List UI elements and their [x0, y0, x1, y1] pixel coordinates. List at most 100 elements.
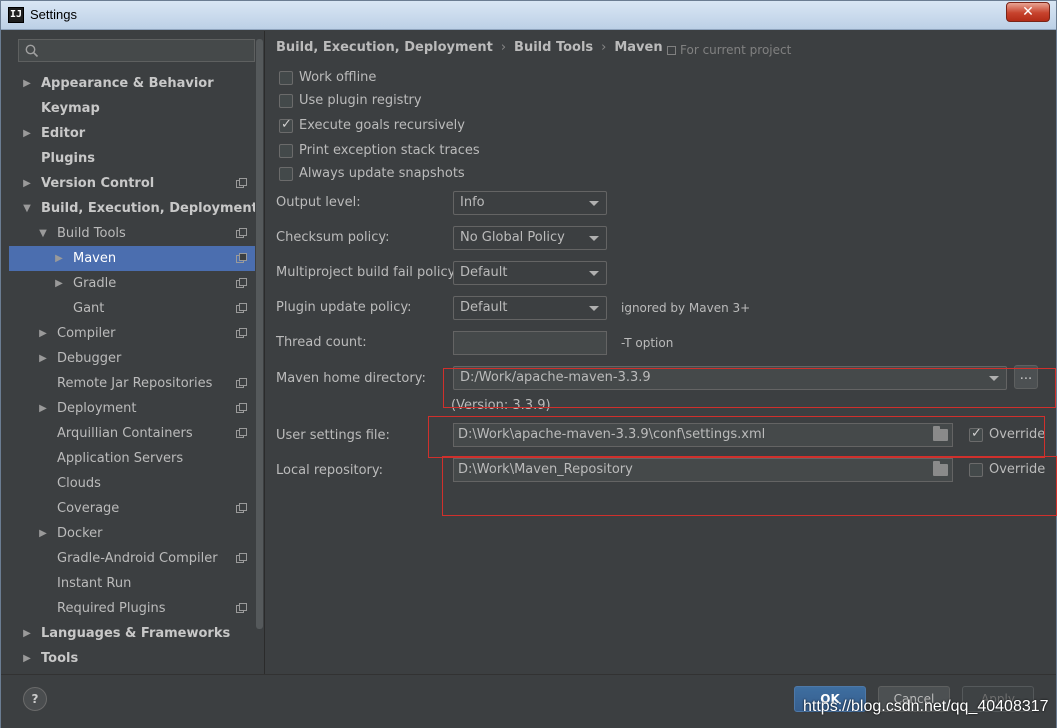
tree-item-remote-jar-repositories[interactable]: Remote Jar Repositories	[9, 371, 263, 396]
checksum-policy-label: Checksum policy:	[276, 230, 390, 245]
collapsed-arrow-icon[interactable]: ▶	[21, 121, 33, 146]
tree-item-label: Debugger	[57, 351, 122, 366]
tree-item-label: Docker	[57, 526, 103, 541]
for-current-project-note: For current project	[667, 43, 791, 57]
tree-item-editor[interactable]: ▶ Editor	[9, 121, 263, 146]
tree-item-build-execution-deployment[interactable]: ▼ Build, Execution, Deployment	[9, 196, 263, 221]
use-plugin-registry-label: Use plugin registry	[299, 93, 422, 108]
breadcrumb: Build, Execution, Deployment › Build Tools…	[276, 40, 663, 55]
tree-item-label: Build, Execution, Deployment	[41, 201, 258, 216]
tree-item-label: Maven	[73, 251, 117, 266]
collapsed-arrow-icon[interactable]: ▶	[21, 71, 33, 96]
maven-settings-page: Build, Execution, Deployment › Build Tools…	[264, 31, 1057, 674]
checksum-policy-select[interactable]: No Global Policy	[453, 226, 607, 250]
maven-home-label: Maven home directory:	[276, 371, 426, 386]
tree-item-label: Gradle-Android Compiler	[57, 551, 218, 566]
tree-item-appearance-behavior[interactable]: ▶ Appearance & Behavior	[9, 71, 263, 96]
tree-item-gant[interactable]: Gant	[9, 296, 263, 321]
project-scope-icon	[236, 403, 247, 413]
checkbox-box[interactable]	[279, 144, 293, 158]
tree-item-maven[interactable]: ▶ Maven	[9, 246, 263, 271]
collapsed-arrow-icon[interactable]: ▶	[21, 171, 33, 196]
chevron-down-icon	[589, 271, 599, 276]
always-update-label: Always update snapshots	[299, 166, 465, 181]
tree-item-label: Version Control	[41, 176, 155, 191]
tree-scrollbar[interactable]	[255, 31, 264, 674]
tree-item-label: Clouds	[57, 476, 101, 491]
print-exception-label: Print exception stack traces	[299, 143, 480, 158]
plugin-update-hint: ignored by Maven 3+	[621, 301, 751, 315]
collapsed-arrow-icon[interactable]: ▶	[53, 271, 65, 296]
settings-window: IJ Settings ✕ ▶ Appearance & Behavior Keym…	[0, 0, 1057, 728]
tree-item-label: Languages & Frameworks	[41, 626, 231, 641]
output-level-value: Info	[460, 195, 485, 210]
expanded-arrow-icon[interactable]: ▼	[37, 221, 49, 246]
collapsed-arrow-icon[interactable]: ▶	[37, 321, 49, 346]
tree-item-compiler[interactable]: ▶ Compiler	[9, 321, 263, 346]
thread-count-hint: -T option	[621, 336, 674, 350]
multiproject-label: Multiproject build fail policy:	[276, 265, 459, 280]
tree-item-debugger[interactable]: ▶ Debugger	[9, 346, 263, 371]
collapsed-arrow-icon[interactable]: ▶	[21, 621, 33, 646]
output-level-select[interactable]: Info	[453, 191, 607, 215]
collapsed-arrow-icon[interactable]: ▶	[37, 346, 49, 371]
tree-item-clouds[interactable]: Clouds	[9, 471, 263, 496]
multiproject-select[interactable]: Default	[453, 261, 607, 285]
checksum-policy-value: No Global Policy	[460, 230, 565, 245]
tree-item-label: Remote Jar Repositories	[57, 376, 213, 391]
tree-item-build-tools[interactable]: ▼ Build Tools	[9, 221, 263, 246]
tree-item-label: Keymap	[41, 101, 100, 116]
chevron-down-icon	[589, 306, 599, 311]
project-scope-icon	[236, 278, 247, 288]
watermark-text: https://blog.csdn.net/qq_40408317	[803, 698, 1049, 715]
thread-count-input[interactable]	[453, 331, 607, 355]
collapsed-arrow-icon[interactable]: ▶	[53, 246, 65, 271]
checkbox-box[interactable]	[279, 94, 293, 108]
execute-goals-label: Execute goals recursively	[299, 118, 465, 133]
checkbox-box[interactable]	[279, 117, 293, 133]
close-button[interactable]: ✕	[1006, 2, 1050, 22]
tree-item-label: Tools	[41, 651, 79, 666]
breadcrumb-build-execution[interactable]: Build, Execution, Deployment	[276, 40, 493, 55]
plugin-update-select[interactable]: Default	[453, 296, 607, 320]
checkbox-box[interactable]	[279, 71, 293, 85]
tree-item-languages-frameworks[interactable]: ▶ Languages & Frameworks	[9, 621, 263, 646]
plugin-update-value: Default	[460, 300, 508, 315]
collapsed-arrow-icon[interactable]: ▶	[37, 396, 49, 421]
tree-item-tools[interactable]: ▶ Tools	[9, 646, 263, 671]
tree-item-gradle-android-compiler[interactable]: Gradle-Android Compiler	[9, 546, 263, 571]
tree-item-gradle[interactable]: ▶ Gradle	[9, 271, 263, 296]
annotation-box	[428, 416, 1045, 458]
tree-item-arquillian-containers[interactable]: Arquillian Containers	[9, 421, 263, 446]
scrollbar-thumb[interactable]	[256, 39, 263, 629]
plugin-update-label: Plugin update policy:	[276, 300, 412, 315]
collapsed-arrow-icon[interactable]: ▶	[21, 646, 33, 671]
tree-item-plugins[interactable]: Plugins	[9, 146, 263, 171]
breadcrumb-build-tools[interactable]: Build Tools	[514, 40, 593, 55]
search-input[interactable]	[18, 39, 255, 62]
project-scope-icon	[236, 228, 247, 238]
tree-item-instant-run[interactable]: Instant Run	[9, 571, 263, 596]
tree-item-docker[interactable]: ▶ Docker	[9, 521, 263, 546]
settings-tree-panel: ▶ Appearance & Behavior Keymap ▶ Editor Plugi…	[9, 31, 263, 674]
annotation-box	[443, 368, 1056, 408]
tree-item-version-control[interactable]: ▶ Version Control	[9, 171, 263, 196]
annotation-box	[442, 456, 1057, 516]
tree-item-keymap[interactable]: Keymap	[9, 96, 263, 121]
tree-item-label: Deployment	[57, 401, 137, 416]
project-scope-icon	[236, 328, 247, 338]
expanded-arrow-icon[interactable]: ▼	[21, 196, 33, 221]
project-scope-icon	[236, 253, 247, 263]
help-button[interactable]: ?	[23, 687, 47, 711]
project-scope-icon	[236, 303, 247, 313]
checkbox-box[interactable]	[279, 167, 293, 181]
tree-item-deployment[interactable]: ▶ Deployment	[9, 396, 263, 421]
project-scope-icon	[236, 178, 247, 188]
tree-item-application-servers[interactable]: Application Servers	[9, 446, 263, 471]
tree-item-coverage[interactable]: Coverage	[9, 496, 263, 521]
tree-item-label: Compiler	[57, 326, 116, 341]
work-offline-label: Work offline	[299, 70, 377, 85]
tree-item-required-plugins[interactable]: Required Plugins	[9, 596, 263, 621]
tree-item-label: Required Plugins	[57, 601, 166, 616]
collapsed-arrow-icon[interactable]: ▶	[37, 521, 49, 546]
